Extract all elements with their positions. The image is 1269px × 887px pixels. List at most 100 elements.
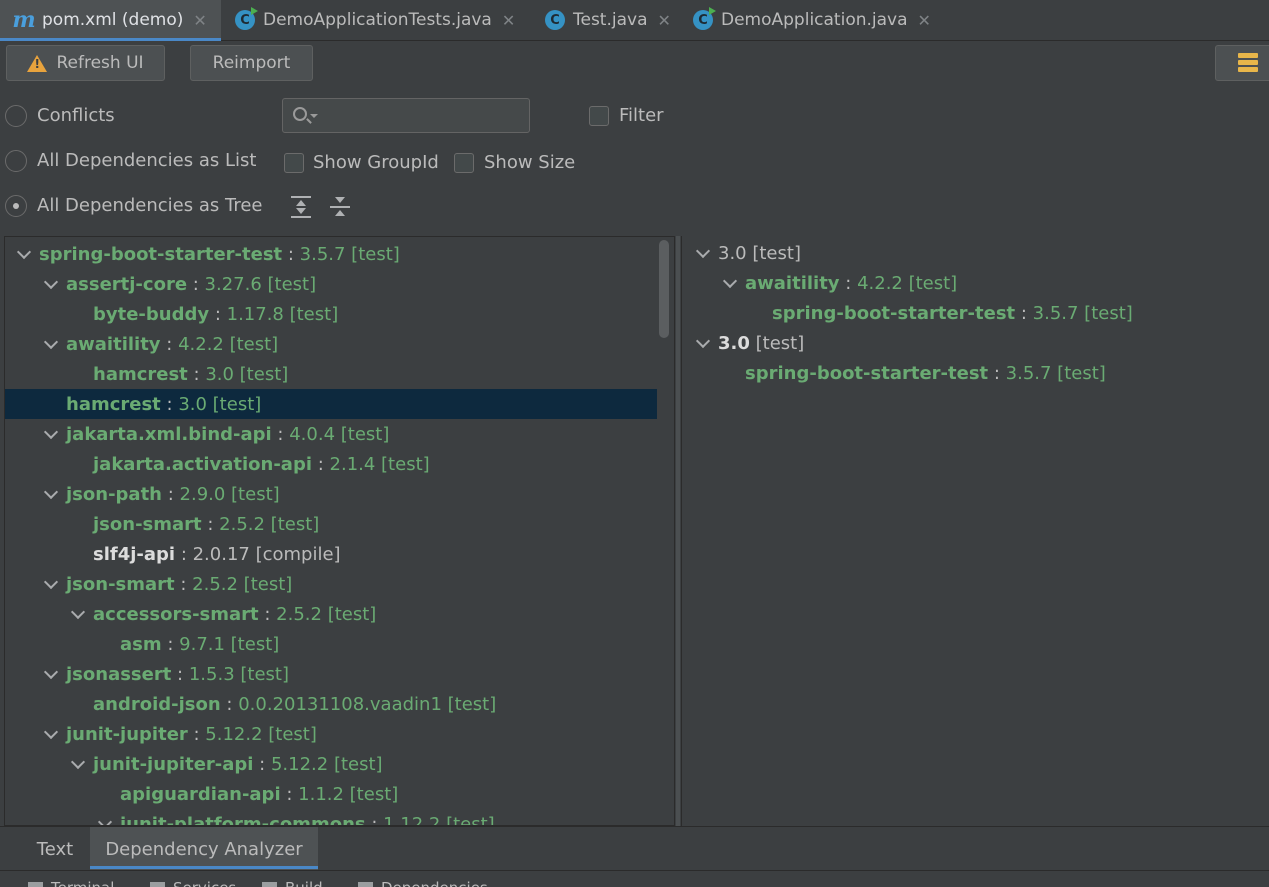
artifact-version: 4.0.4 [test]	[289, 423, 390, 445]
tree-row[interactable]: 3.0 [test]	[682, 328, 1269, 358]
all-dependencies-tree-radio[interactable]	[5, 195, 27, 217]
artifact-name: hamcrest	[93, 363, 188, 385]
tab-test-java[interactable]: C Test.java ✕	[531, 0, 679, 40]
conflicts-radio[interactable]	[5, 105, 27, 127]
artifact-name: hamcrest	[66, 393, 161, 415]
tree-row[interactable]: awaitility : 4.2.2 [test]	[5, 329, 657, 359]
artifact-version: 3.0 [test]	[718, 242, 801, 264]
chevron-down-icon[interactable]	[40, 663, 62, 685]
artifact-name: asm	[120, 633, 162, 655]
tree-row[interactable]: json-smart : 2.5.2 [test]	[5, 569, 657, 599]
build-tool-button[interactable]: Build	[262, 879, 323, 887]
artifact-version: 3.5.7 [test]	[299, 243, 400, 265]
build-icon	[262, 881, 277, 887]
artifact-version: 2.1.4 [test]	[329, 453, 430, 475]
expand-all-icon[interactable]	[291, 196, 311, 218]
close-icon[interactable]: ✕	[658, 11, 671, 30]
close-icon[interactable]: ✕	[502, 11, 515, 30]
tree-row-selected[interactable]: hamcrest : 3.0 [test]	[5, 389, 657, 419]
tab-dependency-analyzer[interactable]: Dependency Analyzer	[90, 827, 318, 871]
tab-text[interactable]: Text	[20, 827, 90, 871]
chevron-down-icon[interactable]	[94, 813, 116, 825]
tree-row[interactable]: jsonassert : 1.5.3 [test]	[5, 659, 657, 689]
separator: :	[187, 723, 206, 745]
chevron-down-icon[interactable]	[40, 273, 62, 295]
panel-splitter[interactable]	[676, 236, 680, 826]
chevron-down-icon[interactable]	[40, 723, 62, 745]
artifact-version: 1.17.8 [test]	[226, 303, 339, 325]
artifact-name: awaitility	[745, 272, 840, 294]
artifact-version: 3.0 [test]	[205, 363, 289, 385]
separator: :	[271, 423, 290, 445]
artifact-name: assertj-core	[66, 273, 188, 295]
dependencies-tool-button[interactable]	[1215, 45, 1269, 81]
close-icon[interactable]: ✕	[193, 11, 206, 30]
chevron-down-icon[interactable]	[67, 753, 89, 775]
show-groupid-checkbox[interactable]	[284, 153, 304, 173]
services-label: Services	[173, 879, 236, 887]
tree-scrollbar[interactable]	[659, 240, 669, 338]
tree-row[interactable]: spring-boot-starter-test : 3.5.7 [test]	[682, 358, 1269, 388]
chevron-down-icon[interactable]	[719, 272, 741, 294]
search-input[interactable]	[282, 98, 530, 133]
separator: :	[171, 663, 189, 685]
tree-row[interactable]: slf4j-api : 2.0.17 [compile]	[5, 539, 657, 569]
tree-row[interactable]: json-path : 2.9.0 [test]	[5, 479, 657, 509]
tree-row[interactable]: jakarta.xml.bind-api : 4.0.4 [test]	[5, 419, 657, 449]
show-size-label: Show Size	[484, 152, 576, 173]
java-class-run-icon: C	[235, 7, 258, 30]
chevron-down-icon[interactable]	[40, 573, 62, 595]
tree-row[interactable]: junit-jupiter-api : 5.12.2 [test]	[5, 749, 657, 779]
artifact-name: jsonassert	[66, 663, 172, 685]
tree-row[interactable]: apiguardian-api : 1.1.2 [test]	[5, 779, 657, 809]
all-dependencies-list-radio[interactable]	[5, 150, 27, 172]
chevron-down-icon[interactable]	[67, 603, 89, 625]
separator: :	[312, 453, 330, 475]
chevron-down-icon[interactable]	[40, 483, 62, 505]
java-class-run-icon: C	[693, 7, 716, 30]
separator: :	[187, 363, 206, 385]
tab-pom-xml[interactable]: m pom.xml (demo) ✕	[0, 0, 221, 41]
close-icon[interactable]: ✕	[918, 11, 931, 30]
artifact-name: awaitility	[66, 333, 161, 355]
reimport-button[interactable]: Reimport	[190, 45, 313, 81]
artifact-version: 3.0 [test]	[178, 393, 262, 415]
tree-row[interactable]: accessors-smart : 2.5.2 [test]	[5, 599, 657, 629]
tree-row[interactable]: awaitility : 4.2.2 [test]	[682, 268, 1269, 298]
separator: :	[365, 813, 384, 826]
dependencies-tool-button-bar[interactable]: Dependencies	[358, 879, 488, 887]
terminal-label: Terminal	[51, 879, 114, 887]
artifact-name: jakarta.activation-api	[93, 453, 312, 475]
chevron-down-icon[interactable]	[692, 242, 714, 264]
tree-row[interactable]: jakarta.activation-api : 2.1.4 [test]	[5, 449, 657, 479]
tree-row[interactable]: android-json : 0.0.20131108.vaadin1 [tes…	[5, 689, 657, 719]
refresh-ui-button[interactable]: Refresh UI	[6, 45, 165, 81]
artifact-name: junit-platform-commons	[120, 813, 366, 826]
artifact-name: junit-jupiter	[66, 723, 188, 745]
terminal-tool-button[interactable]: Terminal	[28, 879, 114, 887]
artifact-version: 3.27.6 [test]	[204, 273, 317, 295]
tree-row[interactable]: spring-boot-starter-test : 3.5.7 [test]	[5, 239, 657, 269]
tree-row[interactable]: asm : 9.7.1 [test]	[5, 629, 657, 659]
tree-row[interactable]: byte-buddy : 1.17.8 [test]	[5, 299, 657, 329]
tree-row[interactable]: hamcrest : 3.0 [test]	[5, 359, 657, 389]
show-groupid-label: Show GroupId	[313, 152, 439, 173]
tree-row[interactable]: json-smart : 2.5.2 [test]	[5, 509, 657, 539]
filter-checkbox[interactable]	[589, 106, 609, 126]
separator: :	[282, 243, 300, 265]
chevron-down-icon[interactable]	[40, 423, 62, 445]
tab-demo-application-tests[interactable]: C DemoApplicationTests.java ✕	[221, 0, 531, 40]
chevron-down-icon[interactable]	[13, 243, 35, 265]
collapse-all-icon[interactable]	[330, 196, 350, 218]
separator: :	[258, 603, 277, 625]
tree-row[interactable]: spring-boot-starter-test : 3.5.7 [test]	[682, 298, 1269, 328]
tree-row[interactable]: assertj-core : 3.27.6 [test]	[5, 269, 657, 299]
tab-demo-application[interactable]: C DemoApplication.java ✕	[679, 0, 939, 40]
show-size-checkbox[interactable]	[454, 153, 474, 173]
tree-row[interactable]: junit-platform-commons : 1.12.2 [test]	[5, 809, 657, 826]
tree-row[interactable]: junit-jupiter : 5.12.2 [test]	[5, 719, 657, 749]
tree-row[interactable]: 3.0 [test]	[682, 238, 1269, 268]
chevron-down-icon[interactable]	[40, 333, 62, 355]
services-tool-button[interactable]: Services	[150, 879, 236, 887]
chevron-down-icon[interactable]	[692, 332, 714, 354]
